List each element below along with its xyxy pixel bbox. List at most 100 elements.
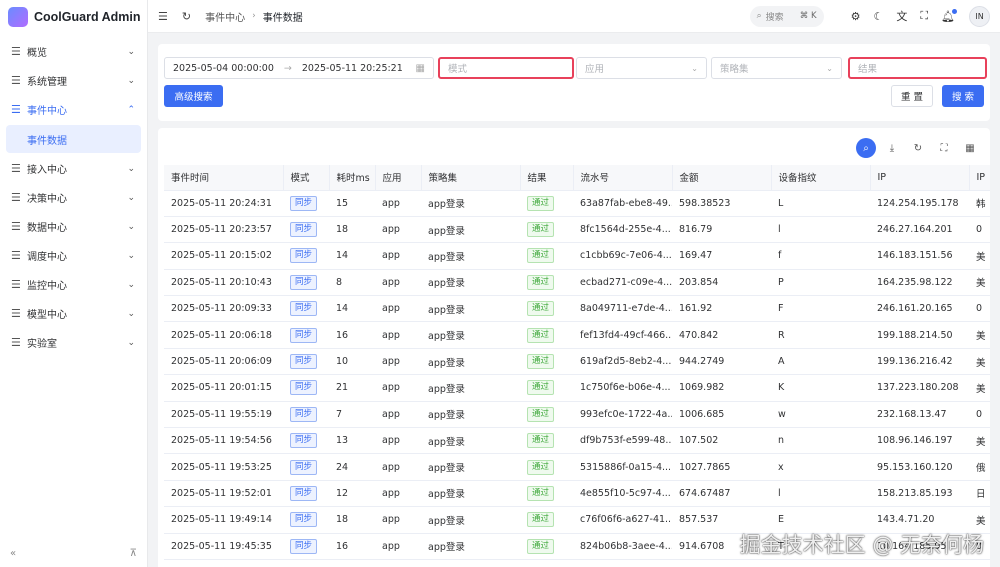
table-cell: 2025-05-11 19:49:14 [164,506,283,534]
table-row[interactable]: 2025-05-11 20:01:15 同步 21 app app登录 通过 1c750f6… [164,374,990,402]
bell-icon[interactable]: 🔔︎ [941,8,957,23]
table-row[interactable]: 2025-05-11 19:54:56 同步 13 app app登录 通过 df9b753… [164,427,990,455]
date-start[interactable]: 2025-05-04 00:00:00 [173,63,274,74]
table-cell: K [771,374,870,402]
table-cell: app [375,453,421,481]
sidebar-item-schedule[interactable]: ☰ 调度中心 ⌄ [0,241,147,270]
download-icon[interactable]: ⤓ [882,138,902,158]
app-select[interactable]: 应用 ⌄ [576,57,707,79]
mode-input[interactable]: 模式 [438,57,574,79]
table-cell: 同步 [283,453,329,481]
table-row[interactable]: 2025-05-11 19:52:01 同步 12 app app登录 通过 4e855f1… [164,480,990,508]
table-cell: 137.223.180.208 [870,374,969,402]
table-cell: 通过 [520,533,573,560]
column-header[interactable]: 流水号 [573,165,673,191]
collapse-sidebar-icon[interactable]: « [10,548,16,559]
column-header[interactable]: 设备指纹 [771,165,871,191]
refresh-icon[interactable]: ↻ [182,10,191,23]
column-header[interactable]: 事件时间 [164,165,284,191]
table-cell: 通过 [520,427,573,455]
advanced-search-button[interactable]: 高级搜索 [164,85,223,107]
search-icon[interactable]: ⌕ [856,138,876,158]
result-tag: 通过 [527,327,555,343]
refresh-icon[interactable]: ↻ [908,138,928,158]
result-input[interactable]: 结果 [848,57,987,79]
table-row[interactable]: 2025-05-11 20:15:02 同步 14 app app登录 通过 c1cbb69… [164,242,990,270]
table-cell: 2025-05-11 20:06:18 [164,321,283,349]
table-row[interactable]: 2025-05-11 20:06:09 同步 10 app app登录 通过 619af2d… [164,348,990,376]
date-end[interactable]: 2025-05-11 20:25:21 [302,63,403,74]
column-header[interactable]: 耗时ms [329,165,376,191]
sidebar-item-monitor[interactable]: ☰ 监控中心 ⌄ [0,270,147,299]
table-row[interactable]: 2025-05-11 20:09:33 同步 14 app app登录 通过 8a04971… [164,295,990,323]
sidebar-item-system[interactable]: ☰ 系统管理 ⌄ [0,66,147,95]
column-header[interactable]: IP [870,165,970,191]
translate-icon[interactable]: 文 [896,8,907,24]
column-header[interactable]: 策略集 [421,165,521,191]
sidebar-item-label: 监控中心 [27,281,67,292]
sidebar-item-lab[interactable]: ☰ 实验室 ⌄ [0,328,147,357]
table-row[interactable]: 2025-05-11 20:06:18 同步 16 app app登录 通过 fef13fd… [164,321,990,349]
sidebar-menu: ☰ 概览 ⌄ ☰ 系统管理 ⌄ ☰ 事件中心 ⌃ 事件数据 ☰ 接入中心 ⌄ ☰… [0,37,147,357]
table-cell: 通过 [520,374,573,402]
strategy-select[interactable]: 策略集 ⌄ [711,57,842,79]
table-row[interactable]: 2025-05-11 20:10:43 同步 8 app app登录 通过 ecbad271… [164,269,990,297]
table-cell: 2025-05-11 19:54:56 [164,427,283,455]
table-cell: app登录 [421,506,520,534]
dark-mode-icon[interactable]: ☾ [873,10,883,23]
search-button[interactable]: 搜 索 [942,85,984,107]
brand[interactable]: CoolGuard Admin [0,0,147,33]
chevron-down-icon: ⌄ [127,337,135,348]
table-cell: 944.2749 [672,348,771,376]
sidebar-item-label: 数据中心 [27,223,67,234]
table-cell: 美 [969,269,990,297]
table-cell: 1069.982 [672,374,771,402]
result-tag: 通过 [527,274,555,290]
table-cell: app [375,269,421,297]
fullscreen-icon[interactable]: ⛶ [920,9,928,23]
table-cell: 4e855f10-5c97-4... [573,480,672,508]
table-cell: 美 [969,348,990,376]
sidebar-item-decision[interactable]: ☰ 决策中心 ⌄ [0,183,147,212]
sidebar-item-events[interactable]: ☰ 事件中心 ⌃ [0,95,147,124]
chevron-right-icon: › [252,11,256,21]
settings-icon[interactable]: ⚙ [851,10,861,23]
table-cell: 同步 [283,321,329,349]
global-search[interactable]: ⌕ 搜索 ⌘ K [749,5,824,27]
sidebar-item-model[interactable]: ☰ 模型中心 ⌄ [0,299,147,328]
date-range-picker[interactable]: 2025-05-04 00:00:00 → 2025-05-11 20:25:2… [164,57,434,79]
topbar: ☰ ↻ 事件中心 › 事件数据 ⌕ 搜索 ⌘ K ⚙ ☾ 文 ⛶ 🔔︎ IN [148,0,1000,33]
column-header[interactable]: 结果 [520,165,574,191]
table-body: 2025-05-11 20:24:31 同步 15 app app登录 通过 63a87fa… [164,190,990,560]
table-cell: 199.136.216.42 [870,348,969,376]
search-placeholder: 搜索 [765,12,784,23]
column-header[interactable]: IP [969,165,990,191]
breadcrumb-item[interactable]: 事件中心 [205,9,245,24]
table-cell: 146.183.151.56 [870,242,969,270]
column-header[interactable]: 金额 [672,165,772,191]
sidebar-subitem-event-data[interactable]: 事件数据 [6,125,141,153]
column-header[interactable]: 应用 [375,165,422,191]
table-row[interactable]: 2025-05-11 19:55:19 同步 7 app app登录 通过 993efc0e… [164,401,990,429]
chevron-down-icon: ⌄ [127,163,135,174]
sidebar-item-access[interactable]: ☰ 接入中心 ⌄ [0,154,147,183]
table-cell: 通过 [520,242,573,270]
menu-icon: ☰ [11,103,21,116]
column-header[interactable]: 模式 [283,165,330,191]
table-row[interactable]: 2025-05-11 20:24:31 同步 15 app app登录 通过 63a87fa… [164,190,990,217]
avatar[interactable]: IN [969,5,990,27]
fullscreen-icon[interactable]: ⛶ [934,138,954,158]
table-cell: 通过 [520,401,573,429]
pin-icon[interactable]: ⊼ [130,548,137,559]
sidebar-item-data[interactable]: ☰ 数据中心 ⌄ [0,212,147,241]
table-row[interactable]: 2025-05-11 20:23:57 同步 18 app app登录 通过 8fc1564… [164,216,990,244]
result-tag: 通过 [527,538,555,554]
column-settings-icon[interactable]: ▦ [960,138,980,158]
table-row[interactable]: 2025-05-11 19:53:25 同步 24 app app登录 通过 5315886… [164,453,990,481]
table-cell: 816.79 [672,216,771,244]
sidebar-item-overview[interactable]: ☰ 概览 ⌄ [0,37,147,66]
reset-button[interactable]: 重 置 [891,85,933,107]
table-cell: 16 [329,321,375,349]
hamburger-icon[interactable]: ☰ [158,10,168,23]
table-cell: c1cbb69c-7e06-4... [573,242,672,270]
